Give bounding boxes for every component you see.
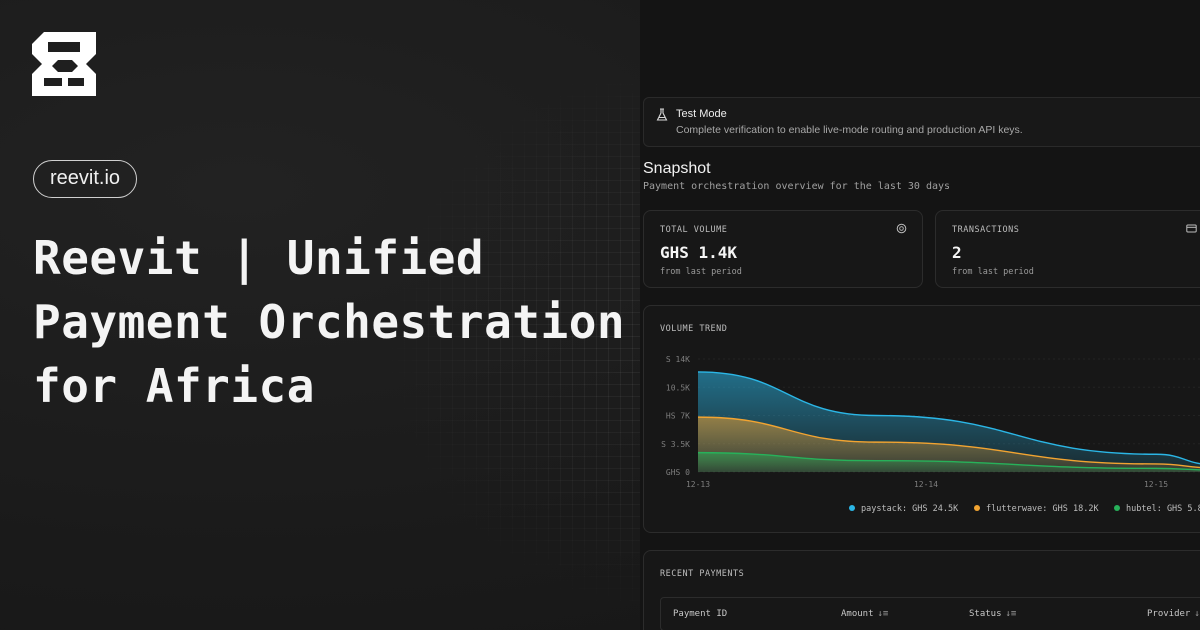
col-payment-id[interactable]: Payment ID bbox=[673, 609, 727, 619]
flask-icon bbox=[656, 108, 668, 121]
coins-icon bbox=[896, 223, 907, 234]
payments-table-header: Payment ID Amount↓≡ Status↓≡ Provider↓≡ bbox=[660, 597, 1200, 630]
card-icon bbox=[1186, 224, 1197, 233]
transactions-sub: from last period bbox=[952, 267, 1034, 277]
legend-dot bbox=[849, 505, 855, 511]
col-amount[interactable]: Amount ↓≡ bbox=[841, 609, 888, 619]
total-volume-card: TOTAL VOLUME GHS 1.4K from last period bbox=[643, 210, 923, 288]
snapshot-title: Snapshot bbox=[643, 160, 711, 177]
recent-payments-label: RECENT PAYMENTS bbox=[660, 569, 745, 579]
transactions-label: TRANSACTIONS bbox=[952, 225, 1020, 235]
legend-flutterwave: flutterwave: GHS 18.2K bbox=[974, 504, 1099, 514]
y-tick-label: HS 7K bbox=[666, 412, 690, 421]
domain-pill[interactable]: reevit.io bbox=[33, 160, 138, 198]
x-tick-label: 12-15 bbox=[1144, 480, 1168, 489]
legend-hubtel: hubtel: GHS 5.8 bbox=[1114, 504, 1200, 514]
total-volume-sub: from last period bbox=[660, 267, 742, 277]
x-tick-label: 12-14 bbox=[914, 480, 938, 489]
banner-title: Test Mode bbox=[676, 108, 727, 120]
y-tick-label: GHS 0 bbox=[666, 468, 690, 477]
sort-icon[interactable]: ↓≡ bbox=[878, 609, 889, 619]
transactions-value: 2 bbox=[952, 243, 962, 262]
legend-dot bbox=[1114, 505, 1120, 511]
recent-payments-card: RECENT PAYMENTS Payment ID Amount ↓≡ Stat… bbox=[643, 550, 1200, 630]
sort-icon[interactable]: ↓≡ bbox=[1006, 609, 1017, 619]
volume-trend-card: VOLUME TREND S 14K 10.5K HS 7K S 3.5K GHS 01… bbox=[643, 305, 1200, 533]
y-tick-label: S 14K bbox=[666, 355, 690, 364]
legend-dot bbox=[974, 505, 980, 511]
snapshot-subtitle: Payment orchestration overview for the l… bbox=[643, 181, 951, 192]
x-tick-label: 12-13 bbox=[686, 480, 710, 489]
total-volume-label: TOTAL VOLUME bbox=[660, 225, 728, 235]
reevit-logo bbox=[32, 32, 96, 96]
volume-trend-chart: S 14K 10.5K HS 7K S 3.5K GHS 0 12-13 12-14 12-1… bbox=[661, 355, 1200, 489]
legend-paystack: paystack: GHS 24.5K bbox=[849, 504, 958, 514]
col-status[interactable]: Status ↓≡ bbox=[969, 609, 1016, 619]
sort-icon[interactable]: ↓≡ bbox=[1194, 609, 1200, 619]
banner-message: Complete verification to enable live-mod… bbox=[676, 124, 1023, 136]
total-volume-value: GHS 1.4K bbox=[660, 243, 738, 262]
page-headline: Reevit | Unified Payment Orchestration f… bbox=[33, 231, 626, 413]
test-mode-banner: Test Mode Complete verification to enabl… bbox=[643, 97, 1200, 147]
transactions-card: TRANSACTIONS 2 from last period bbox=[935, 210, 1200, 288]
y-tick-label: S 3.5K bbox=[661, 440, 690, 449]
y-tick-label: 10.5K bbox=[666, 383, 690, 392]
col-provider[interactable]: Provider↓≡ bbox=[1147, 609, 1200, 619]
